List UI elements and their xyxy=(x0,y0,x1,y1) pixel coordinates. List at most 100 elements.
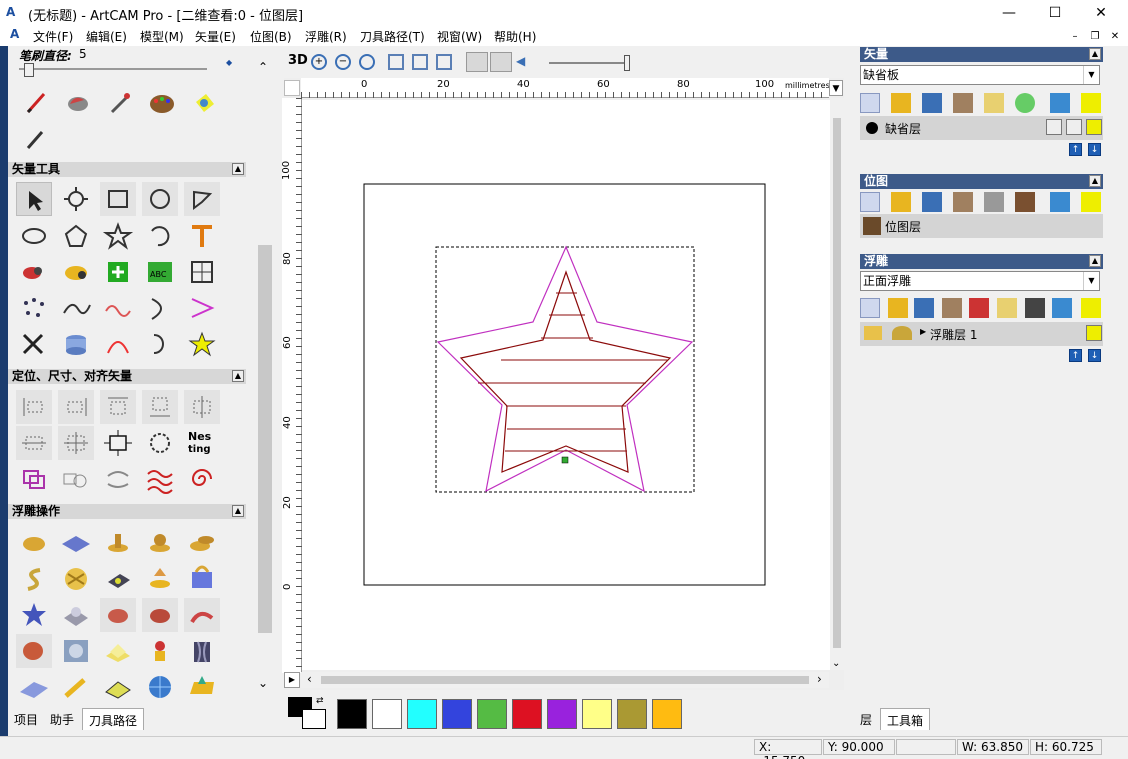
view-3d-button[interactable]: 3D xyxy=(288,53,308,68)
relief-bitmap-tool[interactable] xyxy=(184,562,220,596)
copy-layer-icon[interactable] xyxy=(953,192,973,212)
zoom-out-icon[interactable]: − xyxy=(335,54,351,70)
relief-smooth-tool[interactable] xyxy=(100,598,136,632)
sweep-two-rails-tool[interactable] xyxy=(16,562,52,596)
copy-layer-icon[interactable] xyxy=(942,298,962,318)
delete-layer-icon[interactable] xyxy=(1050,192,1070,212)
open-folder-icon[interactable] xyxy=(888,298,908,318)
scroll-left-icon[interactable]: ‹ xyxy=(307,672,312,686)
copy-layer-icon[interactable] xyxy=(953,93,973,113)
palette-color[interactable] xyxy=(407,699,437,729)
left-panel-scrollbar[interactable] xyxy=(258,245,272,633)
offset-curve-tool[interactable] xyxy=(142,291,178,325)
relief-layer-row[interactable]: ▶ 浮雕层 1 xyxy=(860,322,1103,346)
vector-sheet-combo[interactable]: 缺省板 ▼ xyxy=(860,65,1100,85)
add-node-tool[interactable] xyxy=(100,255,136,289)
align-center-tool[interactable] xyxy=(58,426,94,460)
color-swap-tool[interactable] xyxy=(186,86,222,120)
move-down-icon[interactable]: ↓ xyxy=(1088,143,1101,156)
relief-folder-tool[interactable] xyxy=(184,670,220,704)
collapse-icon[interactable]: ▲ xyxy=(1089,255,1101,267)
chevron-down-icon[interactable]: ▼ xyxy=(1083,66,1099,84)
image-icon[interactable] xyxy=(1015,192,1035,212)
smooth-curve-tool[interactable] xyxy=(58,291,94,325)
zoom-prev-icon[interactable] xyxy=(388,54,404,70)
menu-help[interactable]: 帮助(H) xyxy=(494,28,536,45)
mdi-minimize-button[interactable]: – xyxy=(1068,30,1082,43)
tab-project[interactable]: 项目 xyxy=(8,708,44,730)
vector-section-header[interactable]: 矢量 ▲ xyxy=(860,47,1103,62)
menu-file[interactable]: 文件(F) xyxy=(33,28,73,45)
mdi-close-button[interactable]: ✕ xyxy=(1108,30,1122,43)
relief-globe-tool[interactable] xyxy=(58,634,94,668)
toggle-bitmap-icon[interactable] xyxy=(490,52,512,72)
paint-fill-tool[interactable] xyxy=(60,86,96,120)
toggle-vector-icon[interactable] xyxy=(466,52,488,72)
zoom-fit-icon[interactable] xyxy=(359,54,375,70)
horizontal-scrollbar[interactable]: ‹ › xyxy=(301,672,829,688)
polygon-tool[interactable] xyxy=(58,219,94,253)
paint-brush-tool[interactable] xyxy=(18,86,54,120)
relief-merge-tool[interactable] xyxy=(184,526,220,560)
move-down-icon[interactable]: ↓ xyxy=(1088,349,1101,362)
zoom-in-icon[interactable]: + xyxy=(311,54,327,70)
scroll-right-icon[interactable]: › xyxy=(817,672,822,686)
wave-distort-tool[interactable] xyxy=(142,462,178,496)
expand-arrow-icon[interactable]: ▶ xyxy=(920,327,926,336)
swap-colors-icon[interactable]: ⇄ xyxy=(316,696,324,706)
layer-color-icon[interactable] xyxy=(866,122,878,134)
shade-slider-track[interactable] xyxy=(549,62,629,64)
collapse-icon[interactable]: ▲ xyxy=(1089,48,1101,60)
star-fill-tool[interactable] xyxy=(184,327,220,361)
horizontal-scroll-thumb[interactable] xyxy=(321,676,809,684)
relief-sculpt-tool[interactable] xyxy=(142,598,178,632)
align-vcenter-tool[interactable] xyxy=(16,426,52,460)
relief-figure-tool[interactable] xyxy=(142,634,178,668)
vector-text-tool[interactable]: ABC xyxy=(142,255,178,289)
block-copy-tool[interactable] xyxy=(16,462,52,496)
palette-color[interactable] xyxy=(617,699,647,729)
tab-toolpaths[interactable]: 刀具路径 xyxy=(82,708,145,730)
wrap-tool[interactable] xyxy=(100,462,136,496)
maximize-button[interactable]: ☐ xyxy=(1032,0,1078,26)
relief-subtract-tool[interactable] xyxy=(142,526,178,560)
curve-fill-tool[interactable] xyxy=(100,327,136,361)
wave-tool[interactable] xyxy=(100,291,136,325)
relief-combine-icon[interactable] xyxy=(892,326,912,340)
select-tool[interactable] xyxy=(16,182,52,216)
delete-layer-icon[interactable] xyxy=(1052,298,1072,318)
vector-fill-tool[interactable] xyxy=(58,255,94,289)
relief-chisel-tool[interactable] xyxy=(58,670,94,704)
gray-layer-icon[interactable] xyxy=(984,192,1004,212)
align-bottom-tool[interactable] xyxy=(142,390,178,424)
save-icon[interactable] xyxy=(922,93,942,113)
tab-assistant[interactable]: 助手 xyxy=(44,708,80,730)
nesting-tool[interactable]: Nes ting xyxy=(184,426,220,460)
zoom-all-icon[interactable] xyxy=(436,54,452,70)
lock-icon[interactable] xyxy=(1046,119,1062,135)
open-folder-icon[interactable] xyxy=(891,192,911,212)
center-page-tool[interactable] xyxy=(100,426,136,460)
pen-icon[interactable] xyxy=(1066,119,1082,135)
visibility-icon[interactable] xyxy=(1081,192,1101,212)
menu-relief[interactable]: 浮雕(R) xyxy=(305,28,347,45)
menu-toolpath[interactable]: 刀具路径(T) xyxy=(360,28,425,45)
relief-wrap-tool[interactable] xyxy=(100,670,136,704)
align-header[interactable]: 定位、尺寸、对齐矢量 ▲ xyxy=(8,369,246,384)
move-up-icon[interactable]: ↑ xyxy=(1069,143,1082,156)
eyedropper-tool[interactable] xyxy=(102,86,138,120)
bulb-icon[interactable] xyxy=(1086,325,1102,341)
relief-import-tool[interactable] xyxy=(100,562,136,596)
open-folder-icon[interactable] xyxy=(891,93,911,113)
align-left-tool[interactable] xyxy=(16,390,52,424)
units-dropdown-icon[interactable]: ▼ xyxy=(829,80,843,96)
text-tool[interactable] xyxy=(184,219,220,253)
menu-window[interactable]: 视窗(W) xyxy=(437,28,482,45)
weave-tool[interactable] xyxy=(58,562,94,596)
vector-edit-tool[interactable] xyxy=(16,255,52,289)
visibility-icon[interactable] xyxy=(1081,298,1101,318)
copy-along-tool[interactable] xyxy=(58,462,94,496)
palette-tool[interactable] xyxy=(144,86,180,120)
ellipse-tool[interactable] xyxy=(16,219,52,253)
visibility-icon[interactable] xyxy=(1081,93,1101,113)
